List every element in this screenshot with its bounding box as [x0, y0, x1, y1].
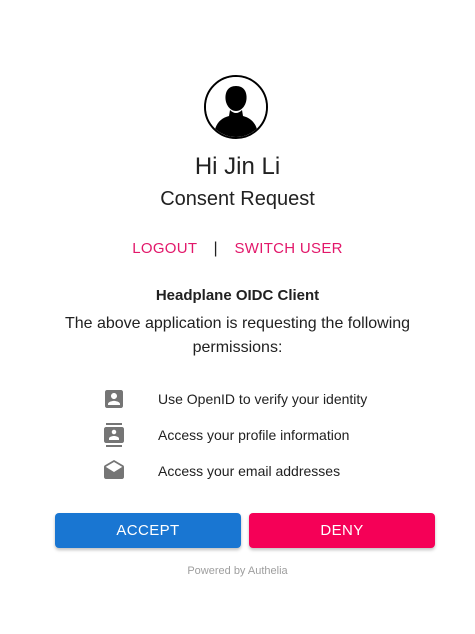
user-silhouette-icon — [206, 77, 266, 137]
accept-button[interactable]: ACCEPT — [55, 513, 241, 548]
consent-request-title: Consent Request — [160, 188, 315, 210]
drafts-icon — [104, 460, 124, 479]
client-description: The above application is requesting the … — [64, 315, 411, 356]
permission-item-openid: Use OpenID to verify your identity — [0, 387, 475, 411]
user-avatar — [204, 75, 268, 139]
switch-user-link[interactable]: SWITCH USER — [234, 240, 342, 257]
permission-item-email: Access your email addresses — [0, 459, 475, 483]
contacts-icon — [104, 423, 124, 447]
greeting-heading: Hi Jin Li — [194, 153, 281, 180]
logout-link[interactable]: LOGOUT — [132, 240, 197, 257]
permission-label: Access your email addresses — [158, 463, 341, 479]
permission-item-profile: Access your profile information — [0, 423, 475, 447]
powered-by-footer: Powered by Authelia — [187, 565, 288, 577]
account-box-icon — [105, 390, 123, 408]
deny-button[interactable]: DENY — [249, 513, 435, 548]
permission-label: Access your profile information — [158, 427, 350, 443]
permission-label: Use OpenID to verify your identity — [158, 391, 368, 407]
client-name: Headplane OIDC Client — [155, 287, 320, 304]
account-links: LOGOUT | SWITCH USER — [0, 240, 475, 258]
link-separator: | — [213, 240, 219, 257]
